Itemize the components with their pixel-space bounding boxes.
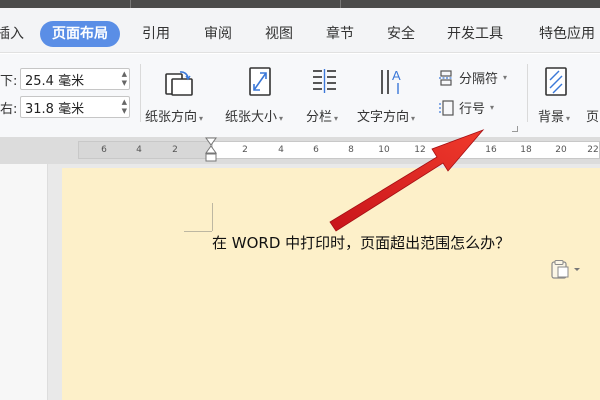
ruler-tick: 4 bbox=[278, 145, 284, 155]
tab-references[interactable]: 引用 bbox=[142, 21, 170, 47]
tab-page-layout[interactable]: 页面布局 bbox=[40, 21, 120, 47]
text-direction-label: 文字方向 ▾ bbox=[357, 110, 416, 125]
paste-options-icon[interactable] bbox=[550, 260, 582, 280]
margin-right-value: 31.8 毫米 bbox=[25, 101, 85, 117]
ruler-tick: 6 bbox=[313, 145, 319, 155]
tab-section[interactable]: 章节 bbox=[326, 21, 354, 47]
line-numbers-button[interactable]: 行号 ▾ bbox=[438, 98, 494, 117]
page-orientation-icon bbox=[165, 71, 193, 96]
horizontal-ruler[interactable]: 6 4 2 2 4 6 8 10 12 14 16 18 20 22 bbox=[78, 141, 600, 159]
ruler-tick: 22 bbox=[587, 145, 599, 155]
breaks-icon bbox=[439, 69, 453, 86]
tab-view[interactable]: 视图 bbox=[265, 21, 293, 47]
page-size-icon bbox=[249, 67, 271, 96]
ruler-tick: 6 bbox=[101, 145, 107, 155]
background-icon bbox=[545, 67, 567, 96]
ruler-tick: 10 bbox=[378, 145, 390, 155]
breaks-button[interactable]: 分隔符 ▾ bbox=[438, 68, 507, 87]
document-page[interactable]: 在 WORD 中打印时，页面超出范围怎么办？ bbox=[62, 168, 600, 400]
line-numbers-icon bbox=[439, 99, 454, 116]
line-numbers-label: 行号 bbox=[459, 102, 486, 117]
title-bar-strip bbox=[0, 0, 600, 8]
orientation-label: 纸张方向 ▾ bbox=[145, 110, 204, 125]
ruler-tick: 16 bbox=[485, 145, 497, 155]
svg-text:A: A bbox=[392, 68, 401, 83]
ribbon-tabs: 插入 页面布局 引用 审阅 视图 章节 安全 开发工具 特色应用 bbox=[0, 8, 600, 53]
margin-right-label: 右: bbox=[0, 101, 18, 117]
truncated-button-label[interactable]: 页 bbox=[586, 106, 599, 125]
tab-review[interactable]: 审阅 bbox=[204, 21, 232, 47]
title-separator bbox=[340, 0, 341, 8]
tab-developer-tools[interactable]: 开发工具 bbox=[447, 21, 503, 47]
margin-right-spinner[interactable]: ▲ ▼ bbox=[122, 98, 127, 116]
group-separator bbox=[527, 64, 528, 122]
margin-bottom-spinner[interactable]: ▲ ▼ bbox=[122, 70, 127, 88]
tab-security[interactable]: 安全 bbox=[387, 21, 415, 47]
page-setup-dialog-launcher[interactable] bbox=[512, 126, 518, 132]
margin-bottom-label: 下: bbox=[0, 73, 18, 89]
indent-marker-icon[interactable] bbox=[205, 137, 217, 163]
ruler-tick: 12 bbox=[414, 145, 426, 155]
ribbon-page-layout: 下: 25.4 毫米 ▲ ▼ 右: 31.8 毫米 ▲ ▼ 纸张方向 ▾ 纸张大小 bbox=[0, 54, 600, 138]
tab-special-apps[interactable]: 特色应用 bbox=[539, 21, 595, 47]
columns-label: 分栏 ▾ bbox=[306, 110, 339, 125]
margin-bottom-value: 25.4 毫米 bbox=[25, 73, 85, 89]
columns-icon bbox=[313, 69, 336, 93]
document-text[interactable]: 在 WORD 中打印时，页面超出范围怎么办？ bbox=[212, 232, 510, 253]
margin-right-input[interactable]: 31.8 毫米 ▲ ▼ bbox=[20, 96, 130, 118]
ruler-tick: 4 bbox=[136, 145, 142, 155]
breaks-label: 分隔符 bbox=[459, 72, 499, 87]
ruler-tick: 2 bbox=[242, 145, 248, 155]
margin-bottom-row: 下: 25.4 毫米 ▲ ▼ bbox=[0, 68, 130, 90]
ruler-tick: 14 bbox=[450, 145, 462, 155]
title-separator bbox=[130, 0, 131, 8]
ruler-tick: 18 bbox=[520, 145, 532, 155]
tab-insert[interactable]: 插入 bbox=[0, 21, 24, 47]
page-size-label: 纸张大小 ▾ bbox=[225, 110, 284, 125]
left-panel bbox=[0, 164, 48, 400]
ruler-tick: 2 bbox=[172, 145, 178, 155]
ruler-tick: 8 bbox=[348, 145, 354, 155]
background-label: 背景 ▾ bbox=[538, 110, 571, 125]
margin-bottom-input[interactable]: 25.4 毫米 ▲ ▼ bbox=[20, 68, 130, 90]
margin-right-row: 右: 31.8 毫米 ▲ ▼ bbox=[0, 96, 130, 118]
ruler-tick: 20 bbox=[555, 145, 567, 155]
group-separator bbox=[140, 64, 141, 122]
text-direction-icon: A bbox=[381, 68, 401, 94]
